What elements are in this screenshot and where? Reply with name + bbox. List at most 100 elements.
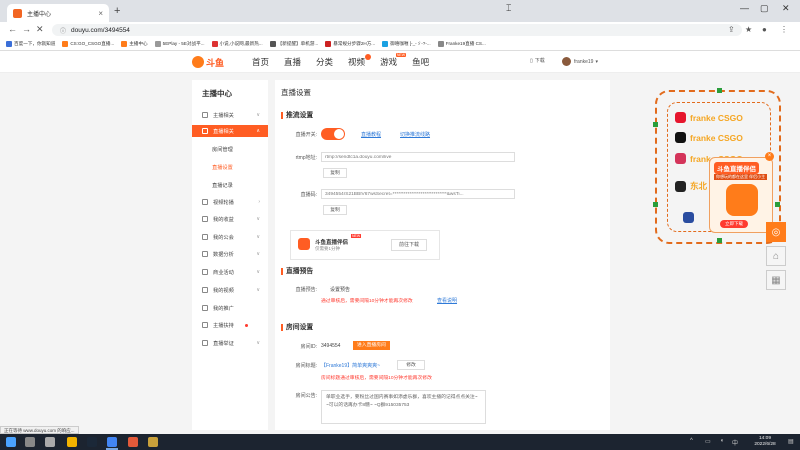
bookmark-item[interactable]: 暴常规分步骤2H方... <box>325 41 375 47</box>
notice-textarea[interactable]: 单职业选手，要粉丝过国内赛事如添虚乐群，喜欢主播的记得点点关注~ ~可以的话再办… <box>321 390 486 424</box>
briefcase-icon <box>202 269 208 275</box>
user-menu[interactable]: franke19 ▾ <box>562 57 598 66</box>
sidebar-item-promotion[interactable]: 我的推广 <box>192 302 268 314</box>
sidebar: 主播中心 主播相关 ∨ 直播相关 ∧ 房间管理 直播设置 直播记录 视频轮播 › 我的… <box>192 80 268 430</box>
star-icon[interactable]: ★ <box>745 25 752 34</box>
resize-handle[interactable] <box>653 122 658 127</box>
preview-label: 直播预告: <box>295 287 317 293</box>
share-icon[interactable]: ⇪ <box>728 25 735 34</box>
resize-handle[interactable] <box>653 202 658 207</box>
profile-icon[interactable]: ● <box>762 25 767 34</box>
resize-handle[interactable] <box>717 238 722 243</box>
sidebar-item-analytics[interactable]: 数据分析 ∨ <box>192 248 268 260</box>
download-button[interactable]: 前往下载 <box>391 239 427 251</box>
bookmark-item[interactable]: 【新提醒】单机游... <box>269 41 318 47</box>
bookmark-item[interactable]: Franke19直播 CS... <box>437 41 486 47</box>
sidebar-item-business[interactable]: 商业活动 ∨ <box>192 266 268 278</box>
stream-overlay-widget[interactable]: franke CSGO franke CSGO franke CSGO 东北 斗… <box>653 88 781 244</box>
back-icon[interactable]: ← <box>8 24 17 34</box>
sidebar-item-live[interactable]: 直播相关 ∧ <box>192 125 268 137</box>
app-icon[interactable] <box>148 437 158 447</box>
douyu-icon <box>62 41 69 47</box>
tutorial-link[interactable]: 直播教程 <box>361 131 381 138</box>
enter-room-button[interactable]: 进入直播房间 <box>353 341 390 350</box>
close-icon[interactable]: × <box>765 152 774 161</box>
steam-icon[interactable] <box>87 437 97 447</box>
address-bar-row: ← → ✕ ⓘ douyu.com/3494554 ⇪ ★ ● ⋮ <box>0 22 800 38</box>
new-tab-icon[interactable]: + <box>114 5 120 17</box>
grid-tool-icon[interactable]: ▦ <box>766 270 786 290</box>
download-link[interactable]: ▯ 下载 <box>530 57 545 65</box>
douyu-logo[interactable]: 斗鱼 <box>192 54 232 70</box>
sidebar-item-earnings[interactable]: 我的收益 ∨ <box>192 213 268 225</box>
minimize-icon[interactable]: — <box>740 3 749 13</box>
nav-home[interactable]: 首页 <box>252 56 269 68</box>
stop-loading-icon[interactable]: ✕ <box>36 24 44 35</box>
home-tool-icon[interactable]: ⌂ <box>766 246 786 266</box>
bookmark-item[interactable]: 小说,小说网,最新热... <box>211 41 263 47</box>
file-explorer-icon[interactable] <box>67 437 77 447</box>
set-preview-button[interactable]: 设置预告 <box>330 286 350 293</box>
task-view-icon[interactable] <box>45 437 55 447</box>
bookmarks-bar: 百度一下，你就知道 CS:GO_CSGO直播... 主播中心 5EPlay - … <box>0 38 800 51</box>
url-input[interactable]: ⓘ douyu.com/3494554 <box>52 24 742 36</box>
nav-video[interactable]: 视频 <box>348 54 372 68</box>
menu-icon[interactable]: ⋮ <box>780 25 788 34</box>
compass-tool-icon[interactable]: ◎ <box>766 222 786 242</box>
app-icon[interactable] <box>128 437 138 447</box>
nav-live[interactable]: 直播 <box>284 56 301 68</box>
ime-icon[interactable]: 中 <box>732 438 738 447</box>
notification-dot <box>245 323 248 327</box>
nav-category[interactable]: 分类 <box>316 56 333 68</box>
phone-icon: ▯ <box>530 57 533 64</box>
switch-line-link[interactable]: 切换推流线路 <box>400 131 430 138</box>
url-text: douyu.com/3494554 <box>71 26 130 34</box>
system-clock[interactable]: 14:09 2022/6/28 <box>745 436 785 448</box>
sidebar-item-video-loop[interactable]: 视频轮播 › <box>192 196 268 208</box>
nav-games[interactable]: 游戏 NEW <box>380 53 407 68</box>
game-icon <box>269 41 276 47</box>
tv-icon <box>202 128 208 134</box>
copy-rtmp-button[interactable]: 复制 <box>323 168 347 178</box>
bookmark-item[interactable]: CS:GO_CSGO直播... <box>62 41 114 47</box>
card-download-button[interactable]: 立即下载 <box>720 220 748 228</box>
rtmp-input[interactable] <box>321 152 515 162</box>
sidebar-item-videos[interactable]: 我的视频 ∨ <box>192 284 268 296</box>
card-title: 斗鱼直播伴侣 <box>714 162 759 174</box>
browser-tab[interactable]: 主播中心 × <box>7 4 109 22</box>
close-icon[interactable]: × <box>98 9 103 18</box>
view-explanation-link[interactable]: 查看说明 <box>437 297 457 304</box>
sidebar-item-support[interactable]: 主播扶持 <box>192 319 268 331</box>
browser-tab-strip: 主播中心 × + ⌶ — ▢ ✕ <box>0 0 800 22</box>
bookmark-item[interactable]: 主播中心 <box>121 41 148 47</box>
stream-code-input[interactable] <box>321 189 515 199</box>
live-switch-toggle[interactable] <box>321 128 345 140</box>
sidebar-item-guild[interactable]: 我的公会 ∨ <box>192 231 268 243</box>
sidebar-item-room-manage[interactable]: 房间管理 <box>192 143 268 155</box>
sidebar-item-live-settings[interactable]: 直播设置 <box>192 161 268 173</box>
stream-code-label: 直播码: <box>300 192 317 198</box>
copy-code-button[interactable]: 复制 <box>323 205 347 215</box>
sidebar-item-anchor[interactable]: 主播相关 ∨ <box>192 109 268 121</box>
bookmark-item[interactable]: 百度一下，你就知道 <box>6 41 55 47</box>
info-icon: ⓘ <box>60 28 67 35</box>
resize-handle[interactable] <box>775 202 780 207</box>
search-icon[interactable] <box>25 437 35 447</box>
bookmark-item[interactable]: 御嘻咖喱 [-_-ゞ-?-... <box>382 41 431 47</box>
network-icon[interactable]: ▭ <box>705 438 711 445</box>
sidebar-item-evidence[interactable]: 直播举证 ∨ <box>192 337 268 349</box>
forward-icon[interactable]: → <box>22 24 31 34</box>
window-close-icon[interactable]: ✕ <box>782 3 790 14</box>
maximize-icon[interactable]: ▢ <box>760 3 769 14</box>
volume-icon[interactable]: ◖ <box>720 438 724 444</box>
tray-up-icon[interactable]: ^ <box>690 438 693 444</box>
room-id-value: 3494554 <box>321 343 341 349</box>
resize-handle[interactable] <box>717 88 722 93</box>
chrome-icon[interactable] <box>107 437 117 447</box>
modify-title-button[interactable]: 修改 <box>397 360 425 370</box>
notification-icon[interactable]: ▤ <box>788 438 794 445</box>
nav-fishbar[interactable]: 鱼吧 <box>412 56 429 68</box>
windows-start-icon[interactable] <box>6 437 16 447</box>
sidebar-item-live-records[interactable]: 直播记录 <box>192 179 268 191</box>
bookmark-item[interactable]: 5EPlay - 5E对战平... <box>154 41 205 47</box>
